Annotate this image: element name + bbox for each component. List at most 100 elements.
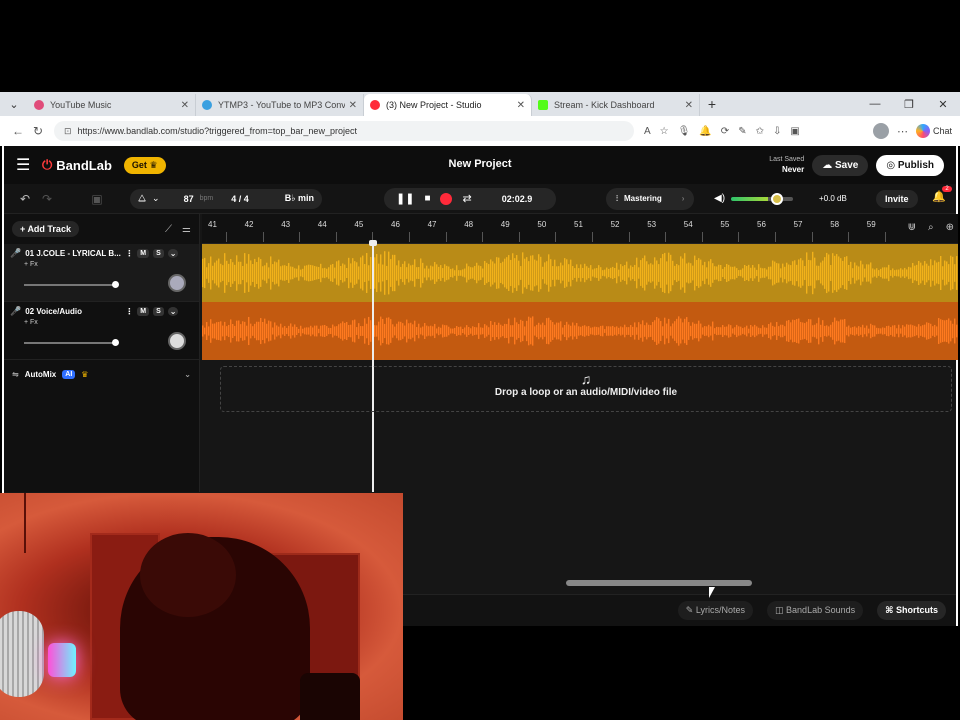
pan-knob[interactable] (168, 274, 186, 292)
track-header-2[interactable]: 🎤 02 Voice/Audio ⋮ M S ⌄ + Fx (4, 302, 199, 360)
cycle-icon[interactable]: ▣ (86, 192, 108, 206)
undo-icon[interactable]: ↶ (14, 192, 36, 206)
automix-row[interactable]: ⇋ AutoMix AI ♛ ⌄ (4, 360, 199, 388)
bandlab-logo[interactable]: ⏻ BandLab (42, 157, 112, 173)
waveform-track-2[interactable] (202, 302, 958, 360)
slider-handle[interactable] (112, 281, 119, 288)
track-header-1[interactable]: 🎤 01 J.COLE - LYRICAL B... ⋮ M S ⌄ + Fx (4, 244, 199, 302)
extensions-icon[interactable]: ✎ (738, 126, 746, 137)
menu-icon[interactable]: ☰ (16, 155, 36, 175)
add-fx-button[interactable]: + Fx (24, 319, 193, 326)
mastering-button[interactable]: ⫶ Mastering › (606, 187, 695, 210)
lyrics-notes-button[interactable]: ✎ Lyrics/Notes (677, 601, 754, 620)
copilot-chat-button[interactable]: Chat (915, 124, 952, 138)
close-tab-icon[interactable]: ✕ (517, 100, 525, 111)
volume-knob[interactable] (771, 192, 784, 205)
tab-list-icon[interactable]: ⌄ (0, 92, 28, 116)
waveform-bar (884, 267, 886, 279)
zoom-in-icon[interactable]: ⊕ (946, 222, 954, 233)
bandlab-sounds-button[interactable]: ◫ BandLab Sounds (767, 601, 864, 620)
mute-button[interactable]: M (137, 249, 150, 258)
expand-track-icon[interactable]: ⌄ (167, 249, 179, 258)
shortcuts-button[interactable]: ⌘ Shortcuts (877, 601, 946, 620)
metronome-dropdown-icon[interactable]: ⌄ (152, 193, 160, 204)
slider-handle[interactable] (112, 339, 119, 346)
chevron-down-icon[interactable]: ⌄ (184, 370, 191, 379)
waveform-bar (712, 321, 714, 341)
loop-icon[interactable]: ⇄ (462, 192, 471, 205)
reader-icon[interactable]: A (644, 126, 651, 137)
redo-icon[interactable]: ↷ (36, 192, 58, 206)
track-name[interactable]: 02 Voice/Audio (25, 307, 121, 316)
pan-knob[interactable] (168, 332, 186, 350)
microphone-icon[interactable]: 🎙 (678, 126, 691, 137)
close-tab-icon[interactable]: ✕ (181, 100, 189, 111)
metronome-icon[interactable]: ⧋ (138, 193, 146, 204)
waveform-bar (840, 319, 842, 343)
add-fx-button[interactable]: + Fx (24, 261, 193, 268)
expand-track-icon[interactable]: ⌄ (167, 307, 179, 316)
volume-slider[interactable] (731, 192, 794, 205)
tab-youtube-music[interactable]: YouTube Music ✕ (28, 94, 196, 116)
record-button[interactable] (440, 192, 453, 205)
speaker-icon[interactable]: ◀) (714, 193, 725, 204)
key-value[interactable]: B♭ min (285, 193, 314, 204)
waveform-bar (806, 321, 808, 341)
publish-button[interactable]: ◎ Publish (876, 154, 944, 176)
notification-bell-icon[interactable]: 🔔 (699, 126, 711, 137)
solo-button[interactable]: S (153, 307, 164, 316)
mixer-icon[interactable]: ⚌ (182, 224, 191, 235)
track-options-icon[interactable]: ⋮ (125, 249, 133, 258)
pause-icon[interactable]: ❚❚ (396, 192, 414, 205)
tab-title: Stream - Kick Dashboard (554, 100, 655, 110)
close-tab-icon[interactable]: ✕ (685, 100, 693, 111)
profile-avatar[interactable] (872, 123, 889, 139)
save-button[interactable]: ☁ Save (812, 154, 869, 176)
favorites-icon[interactable]: ✩ (756, 126, 764, 137)
waveform-track-1[interactable] (202, 244, 958, 302)
magic-wand-icon[interactable]: ⟋ (165, 224, 172, 235)
magnet-snap-icon[interactable]: ⋓ (908, 222, 916, 233)
stop-icon[interactable]: ■ (424, 193, 430, 204)
zoom-search-icon[interactable]: ⌕ (928, 222, 934, 233)
timeline-ruler[interactable]: 41 42 43 44 45 46 47 48 49 50 51 52 53 54 55 56 57 58 59 ⋓… (202, 214, 958, 244)
tab-ytmp3[interactable]: YTMP3 - YouTube to MP3 Convert ✕ (196, 94, 364, 116)
refresh-page-icon[interactable]: ⟳ (721, 126, 729, 137)
close-window-icon[interactable]: ✕ (926, 98, 960, 111)
minimize-icon[interactable]: — (858, 98, 892, 111)
site-info-icon[interactable]: ⊡ (64, 126, 72, 137)
track-lane-1[interactable] (202, 244, 958, 302)
restore-icon[interactable]: ❐ (892, 98, 926, 111)
music-note-icon: ♫ (580, 371, 592, 387)
playhead-handle[interactable] (369, 240, 377, 246)
track-lane-2[interactable] (202, 302, 958, 360)
add-track-button[interactable]: + Add Track (12, 221, 79, 237)
back-icon[interactable]: ← (8, 124, 28, 138)
reload-icon[interactable]: ↻ (28, 124, 48, 138)
get-membership-button[interactable]: Get ♛ (123, 156, 166, 174)
more-menu-icon[interactable]: ⋯ (897, 125, 908, 138)
collections-icon[interactable]: ▣ (790, 126, 799, 137)
tab-kick-dashboard[interactable]: Stream - Kick Dashboard ✕ (532, 94, 700, 116)
waveform-bar (908, 266, 910, 280)
horizontal-scrollbar[interactable] (566, 580, 752, 586)
time-signature[interactable]: 4 / 4 (231, 194, 249, 204)
track-volume-slider[interactable] (24, 339, 119, 346)
new-tab-button[interactable]: + (700, 96, 724, 112)
track-name[interactable]: 01 J.COLE - LYRICAL B... (25, 249, 121, 258)
notifications-icon[interactable]: 🔔 2 (932, 186, 952, 203)
track-options-icon[interactable]: ⋮ (125, 307, 133, 316)
favorite-star-icon[interactable]: ☆ (660, 126, 669, 137)
mute-button[interactable]: M (137, 307, 150, 316)
drop-zone[interactable]: ♫ Drop a loop or an audio/MIDI/video fil… (220, 366, 952, 412)
bar-ruler[interactable]: 41 42 43 44 45 46 47 48 49 50 51 52 53 54 55 56 57 58 59 (202, 214, 886, 244)
tab-bandlab-studio[interactable]: (3) New Project - Studio ✕ (364, 94, 532, 116)
solo-button[interactable]: S (153, 249, 164, 258)
invite-button[interactable]: Invite (876, 189, 918, 208)
track-volume-slider[interactable] (24, 281, 119, 288)
close-tab-icon[interactable]: ✕ (349, 100, 357, 111)
bpm-value[interactable]: 87 (184, 194, 194, 204)
waveform-bar (474, 265, 476, 281)
download-icon[interactable]: ⇩ (773, 126, 781, 137)
url-field[interactable]: ⊡ https://www.bandlab.com/studio?trigger… (54, 121, 634, 141)
